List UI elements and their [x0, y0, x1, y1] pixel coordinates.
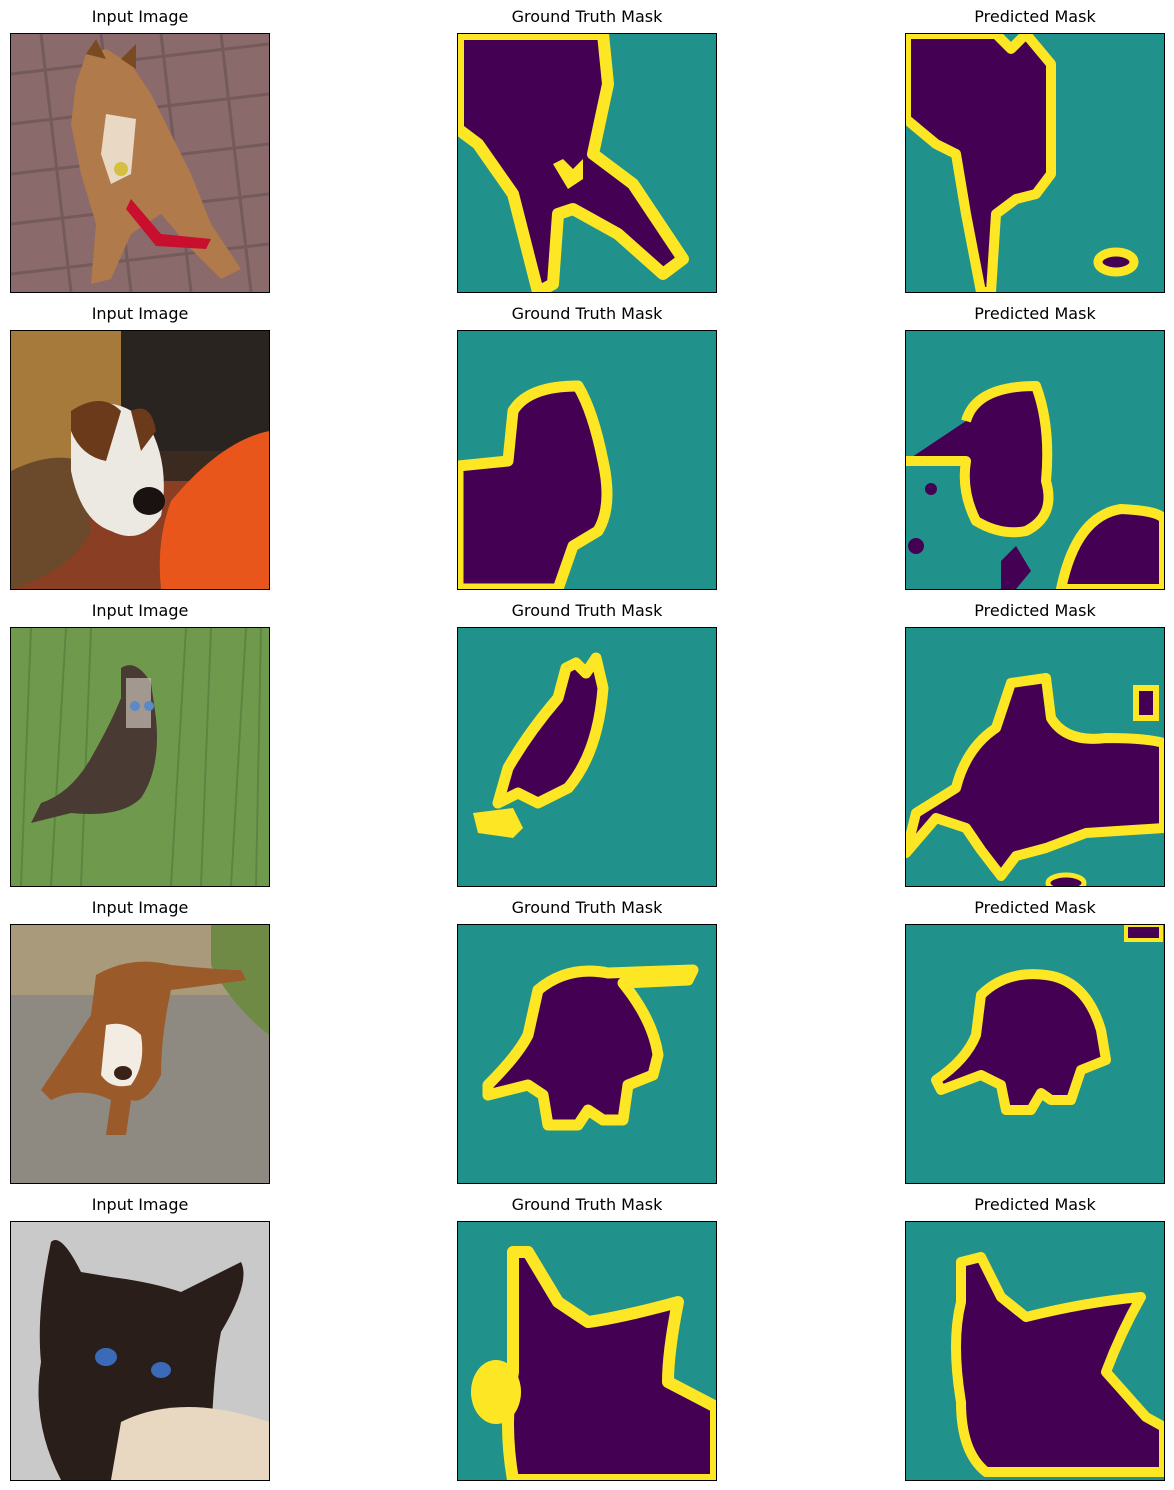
- input-image: [10, 330, 270, 590]
- pred-mask-title: Predicted Mask: [974, 601, 1096, 620]
- dog-photo: [11, 34, 269, 292]
- gt-mask-title: Ground Truth Mask: [511, 898, 663, 917]
- pred-mask: [905, 627, 1165, 887]
- gt-mask: [457, 330, 717, 590]
- gt-mask: [457, 627, 717, 887]
- gt-mask: [457, 33, 717, 293]
- pred-mask-3: [906, 628, 1164, 886]
- input-image: [10, 1221, 270, 1481]
- input-image-title: Input Image: [91, 1195, 189, 1214]
- gt-mask-1: [458, 34, 716, 292]
- gt-mask-title: Ground Truth Mask: [511, 601, 663, 620]
- gt-mask-4: [458, 925, 716, 1183]
- pred-mask: [905, 330, 1165, 590]
- input-image-title: Input Image: [91, 304, 189, 323]
- pred-mask-5: [906, 1222, 1164, 1480]
- pred-mask-title: Predicted Mask: [974, 304, 1096, 323]
- pred-mask: [905, 924, 1165, 1184]
- input-image-title: Input Image: [91, 7, 189, 26]
- cat-photo: [11, 628, 269, 886]
- dog-photo: [11, 925, 269, 1183]
- gt-mask-5: [458, 1222, 716, 1480]
- pred-mask-1: [906, 34, 1164, 292]
- pred-mask: [905, 1221, 1165, 1481]
- pred-mask-4: [906, 925, 1164, 1183]
- pred-mask: [905, 33, 1165, 293]
- gt-mask: [457, 924, 717, 1184]
- gt-mask-title: Ground Truth Mask: [511, 7, 663, 26]
- gt-mask-title: Ground Truth Mask: [511, 1195, 663, 1214]
- input-image: [10, 33, 270, 293]
- pred-mask-title: Predicted Mask: [974, 898, 1096, 917]
- dog-photo: [11, 331, 269, 589]
- pred-mask-title: Predicted Mask: [974, 1195, 1096, 1214]
- input-image: [10, 627, 270, 887]
- input-image-title: Input Image: [91, 601, 189, 620]
- input-image-title: Input Image: [91, 898, 189, 917]
- pred-mask-2: [906, 331, 1164, 589]
- cat-photo: [11, 1222, 269, 1480]
- pred-mask-title: Predicted Mask: [974, 7, 1096, 26]
- gt-mask-title: Ground Truth Mask: [511, 304, 663, 323]
- input-image: [10, 924, 270, 1184]
- gt-mask-3: [458, 628, 716, 886]
- gt-mask: [457, 1221, 717, 1481]
- gt-mask-2: [458, 331, 716, 589]
